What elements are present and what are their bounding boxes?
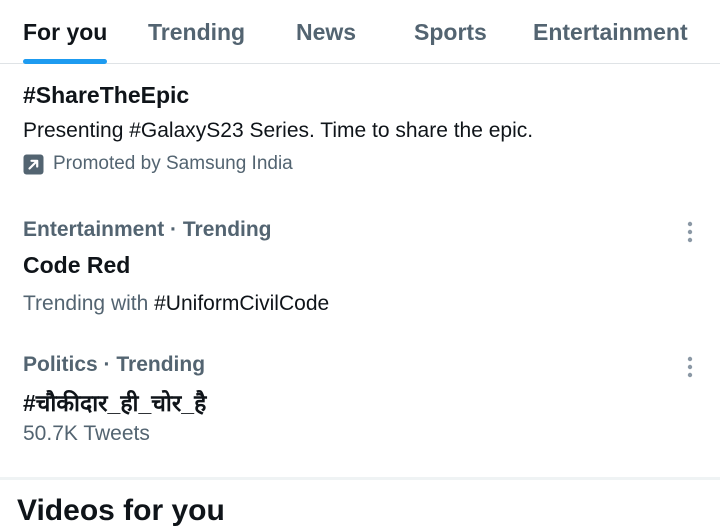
videos-section-title: Videos for you — [17, 494, 225, 527]
tab-label: Sports — [414, 18, 487, 45]
promoted-trend-description: Presenting #GalaxyS23 Series. Time to sh… — [23, 119, 534, 142]
trend-title: Code Red — [23, 252, 131, 278]
trend-tweet-count: 50.7K Tweets — [23, 422, 150, 445]
section-divider — [0, 477, 720, 480]
promoted-by-label: Promoted by Samsung India — [53, 153, 293, 174]
promoted-by-line: Promoted by Samsung India — [23, 153, 293, 175]
promoted-arrow-icon — [23, 154, 44, 174]
trend-item[interactable]: Entertainment · Trending Code Red Trendi… — [0, 200, 720, 330]
trend-title: #चौकीदार_ही_चोर_है — [23, 390, 207, 416]
trend-context: Trending with #UniformCivilCode — [23, 292, 329, 316]
tab-for-you[interactable]: For you — [23, 0, 108, 64]
tab-trending[interactable]: Trending — [148, 0, 245, 64]
trend-category: Entertainment · Trending — [23, 218, 272, 241]
tab-news[interactable]: News — [296, 0, 356, 64]
trending-with-label: Trending with — [23, 292, 155, 315]
promoted-trend[interactable]: #ShareTheEpic Presenting #GalaxyS23 Seri… — [0, 66, 720, 186]
explore-tab-bar: For you Trending News Sports Entertainme… — [0, 0, 720, 64]
promoted-trend-title: #ShareTheEpic — [23, 82, 190, 108]
tab-sports[interactable]: Sports — [414, 0, 487, 64]
more-options-icon[interactable] — [680, 219, 700, 245]
tab-entertainment[interactable]: Entertainment — [533, 0, 688, 64]
tab-label: Trending — [148, 18, 246, 45]
more-options-icon[interactable] — [680, 354, 700, 380]
tab-label: News — [296, 18, 357, 45]
related-hashtag-link[interactable]: #UniformCivilCode — [154, 292, 329, 315]
trend-category: Politics · Trending — [23, 353, 206, 376]
tab-label: Entertainment — [533, 18, 688, 45]
tab-label: For you — [23, 18, 108, 45]
active-tab-indicator — [23, 59, 108, 64]
trend-item[interactable]: Politics · Trending #चौकीदार_ही_चोर_है 5… — [0, 335, 720, 465]
